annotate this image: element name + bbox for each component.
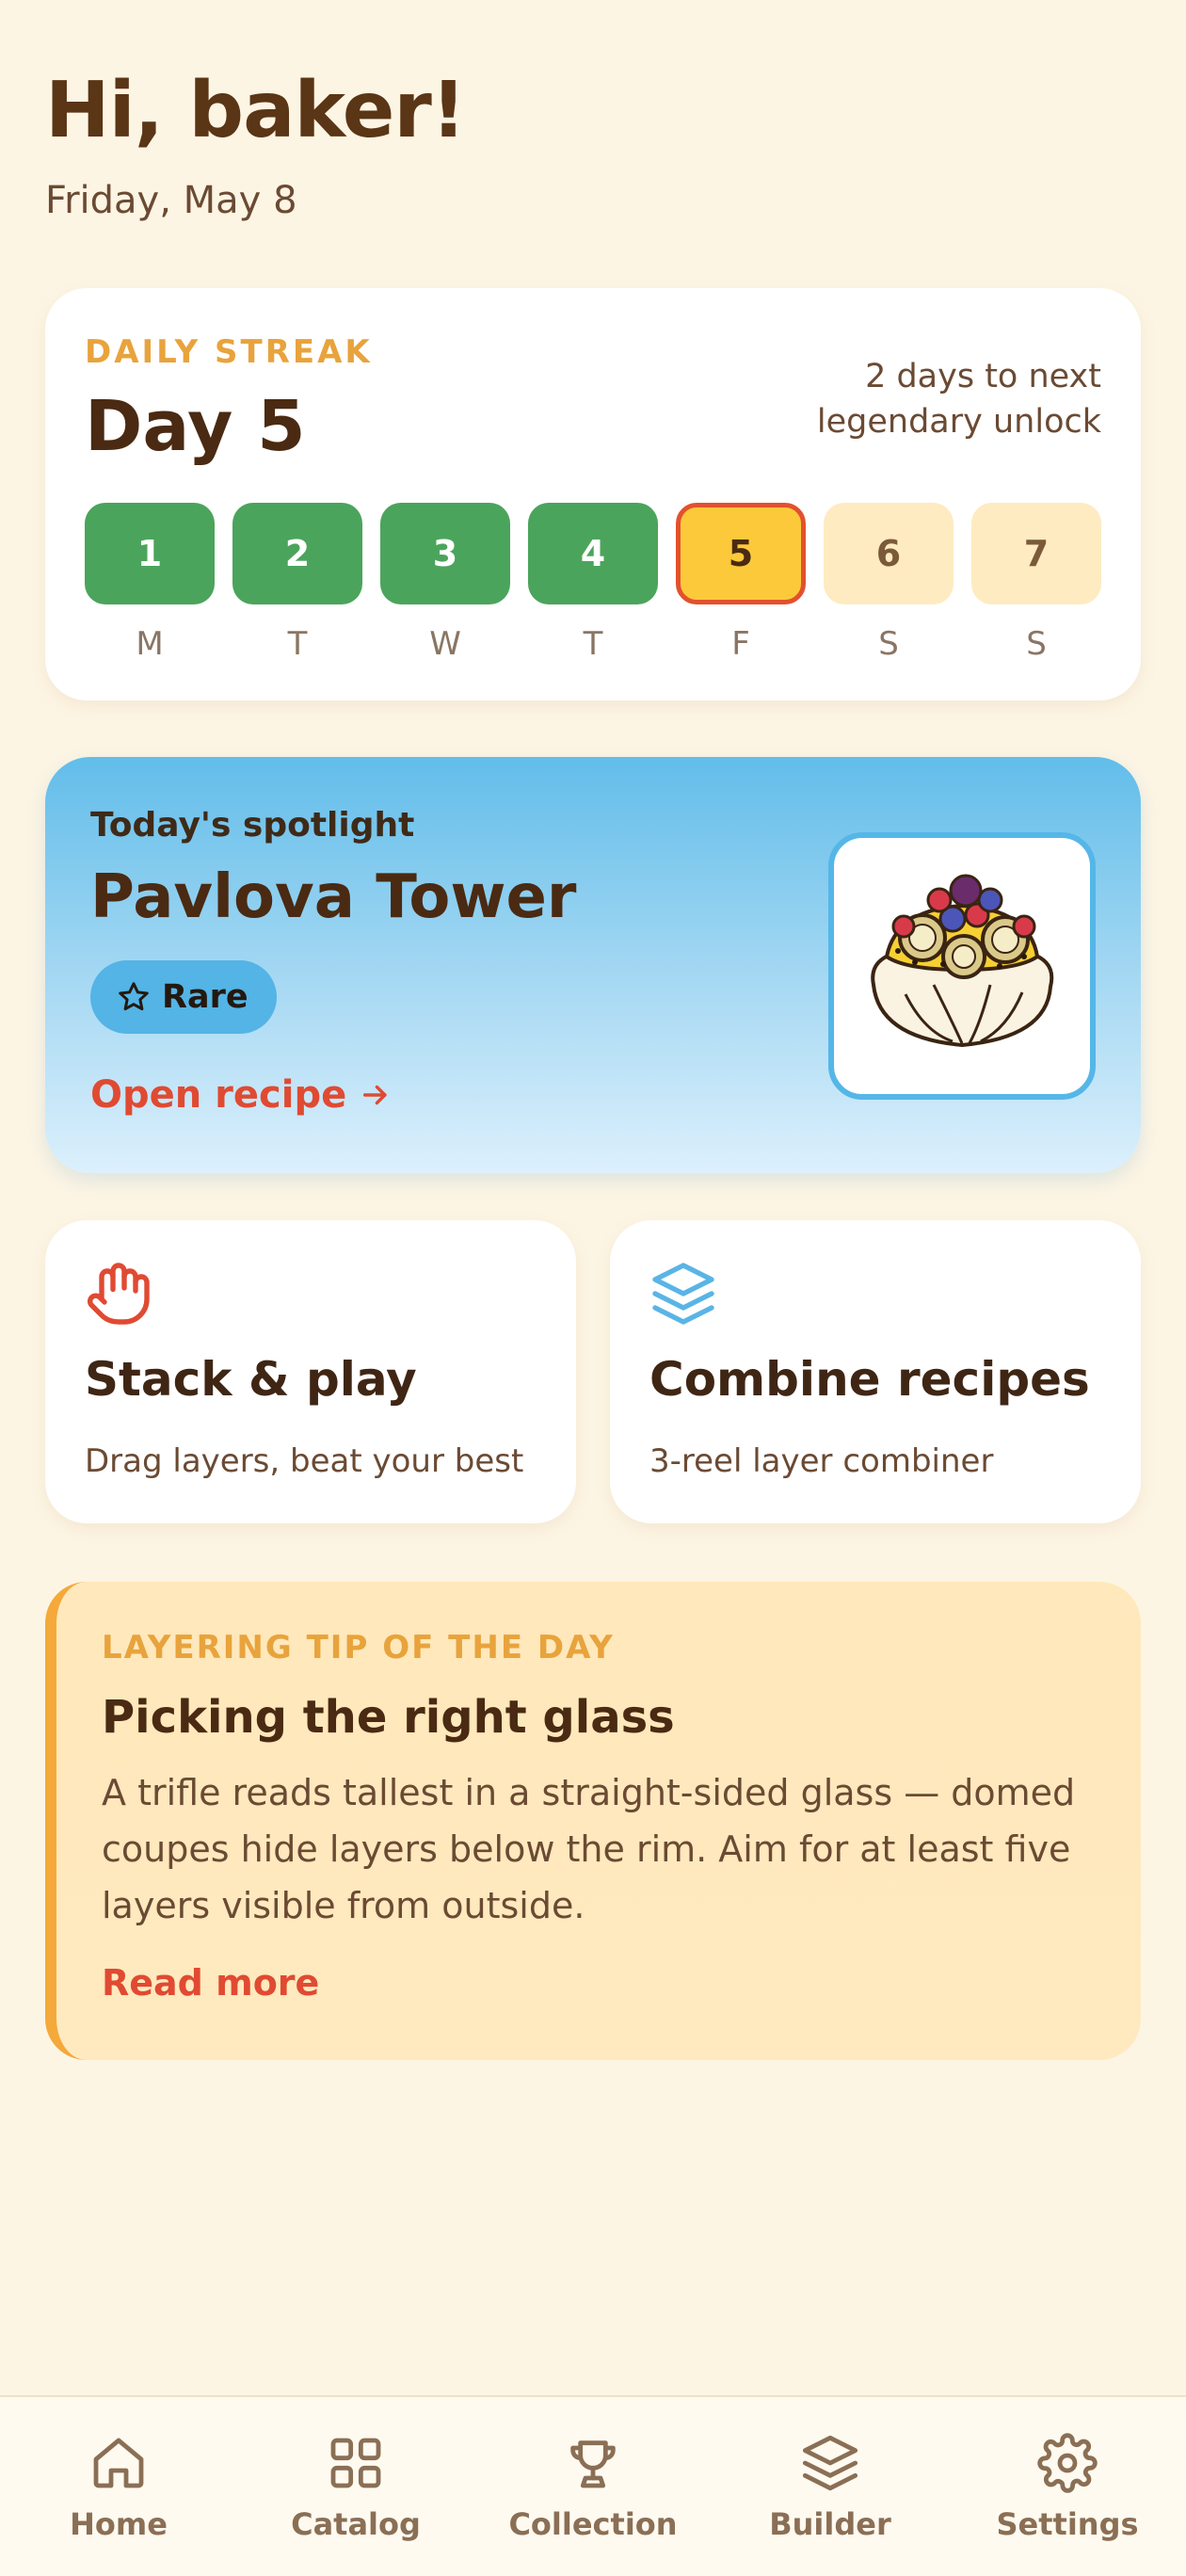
tab-label: Home (70, 2506, 168, 2542)
hand-icon (88, 1263, 150, 1325)
grid-icon (330, 2438, 381, 2488)
open-recipe-link[interactable]: Open recipe (90, 1073, 392, 1117)
streak-day-letter: S (1026, 625, 1047, 663)
streak-days: 1 M 2 T 3 W 4 T 5 F 6 S 7 S (85, 503, 1101, 663)
streak-day: 2 T (232, 503, 362, 663)
streak-day: 6 S (824, 503, 954, 663)
streak-day-letter: T (583, 625, 603, 663)
daily-streak-card: DAILY STREAK Day 5 2 days to next legend… (45, 288, 1141, 700)
layers-icon (802, 2435, 858, 2491)
streak-day-label: Day 5 (85, 386, 306, 467)
tab-builder[interactable]: Builder (712, 2397, 949, 2576)
tip-eyebrow: LAYERING TIP OF THE DAY (102, 1629, 615, 1666)
layers-icon (652, 1263, 714, 1325)
date-label: Friday, May 8 (45, 179, 297, 222)
greeting-title: Hi, baker! (45, 66, 466, 155)
streak-day-letter: F (731, 625, 750, 663)
streak-day-box: 3 (380, 503, 510, 604)
tip-of-the-day-card: LAYERING TIP OF THE DAY Picking the righ… (45, 1582, 1141, 2060)
action-title: Combine recipes (649, 1352, 1090, 1407)
gear-icon (1037, 2433, 1098, 2493)
combine-recipes-card[interactable]: Combine recipes 3-reel layer combiner (610, 1220, 1141, 1523)
rarity-label: Rare (162, 978, 248, 1016)
open-recipe-label: Open recipe (90, 1073, 347, 1117)
streak-day-box: 2 (232, 503, 362, 604)
rarity-badge: Rare (90, 960, 277, 1034)
arrow-right-icon (363, 1085, 387, 1105)
tab-label: Collection (508, 2506, 678, 2542)
streak-day-box: 1 (85, 503, 215, 604)
tip-body: A trifle reads tallest in a straight-sid… (102, 1772, 1076, 1926)
tab-label: Catalog (291, 2506, 421, 2542)
tab-label: Builder (769, 2506, 891, 2542)
streak-day-letter: W (429, 625, 461, 663)
spotlight-card[interactable]: Today's spotlight Pavlova Tower Rare Ope… (45, 757, 1141, 1173)
star-icon (119, 982, 149, 1011)
streak-day-box: 7 (971, 503, 1101, 604)
home-icon (93, 2438, 144, 2488)
tab-home[interactable]: Home (0, 2397, 237, 2576)
streak-day-letter: M (136, 625, 164, 663)
tip-title: Picking the right glass (102, 1691, 675, 1744)
tab-settings[interactable]: Settings (949, 2397, 1186, 2576)
streak-day: 3 W (380, 503, 510, 663)
streak-day: 1 M (85, 503, 215, 663)
streak-day: 7 S (971, 503, 1101, 663)
spotlight-image[interactable] (828, 832, 1096, 1100)
streak-day-box-today: 5 (676, 503, 806, 604)
tab-catalog[interactable]: Catalog (237, 2397, 474, 2576)
streak-day: 4 T (528, 503, 658, 663)
spotlight-title: Pavlova Tower (90, 862, 577, 932)
trophy-icon (570, 2440, 616, 2488)
action-subtitle: 3-reel layer combiner (649, 1442, 994, 1480)
tab-collection[interactable]: Collection (474, 2397, 712, 2576)
action-subtitle: Drag layers, beat your best (85, 1442, 524, 1480)
streak-day-box: 6 (824, 503, 954, 604)
stack-and-play-card[interactable]: Stack & play Drag layers, beat your best (45, 1220, 576, 1523)
streak-day-letter: T (287, 625, 308, 663)
streak-day-today: 5 F (676, 503, 806, 663)
pavlova-illustration (871, 874, 1054, 1048)
streak-day-box: 4 (528, 503, 658, 604)
read-more-link[interactable]: Read more (102, 1962, 319, 2004)
tab-label: Settings (996, 2506, 1139, 2542)
spotlight-eyebrow: Today's spotlight (90, 806, 415, 845)
streak-day-letter: S (878, 625, 899, 663)
action-title: Stack & play (85, 1352, 417, 1407)
next-unlock-text: 2 days to next legendary unlock (816, 358, 1101, 441)
streak-eyebrow: DAILY STREAK (85, 333, 373, 371)
bottom-tab-bar: Home Catalog Collection Builder Settings (0, 2395, 1186, 2576)
